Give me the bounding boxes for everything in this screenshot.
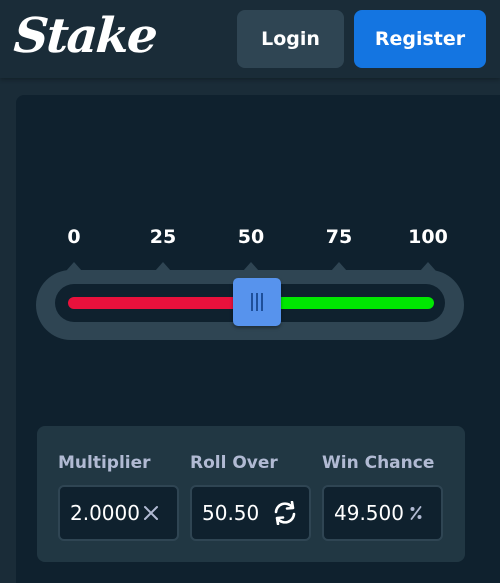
multiplier-input[interactable] <box>70 487 142 539</box>
percent-icon <box>406 487 426 539</box>
slider-handle[interactable] <box>233 278 281 326</box>
register-button[interactable]: Register <box>354 10 486 68</box>
win-chance-field[interactable] <box>322 485 443 541</box>
multiplier-field[interactable] <box>58 485 179 541</box>
roll-over-field[interactable] <box>190 485 311 541</box>
login-button[interactable]: Login <box>237 10 344 68</box>
grip-line <box>251 293 253 311</box>
win-chance-input[interactable] <box>334 487 404 539</box>
multiplier-label: Multiplier <box>58 453 151 473</box>
grip-line <box>256 293 258 311</box>
win-range-bar[interactable] <box>258 297 434 309</box>
grip-line <box>261 293 263 311</box>
stake-logo[interactable]: Stake <box>12 4 158 68</box>
top-header: Stake Login Register <box>0 0 500 78</box>
lose-range-bar[interactable] <box>68 297 258 309</box>
refresh-icon[interactable] <box>268 487 302 539</box>
roll-over-label: Roll Over <box>190 453 278 473</box>
times-icon <box>140 487 162 539</box>
win-chance-label: Win Chance <box>322 453 435 473</box>
roll-over-input[interactable] <box>202 487 266 539</box>
